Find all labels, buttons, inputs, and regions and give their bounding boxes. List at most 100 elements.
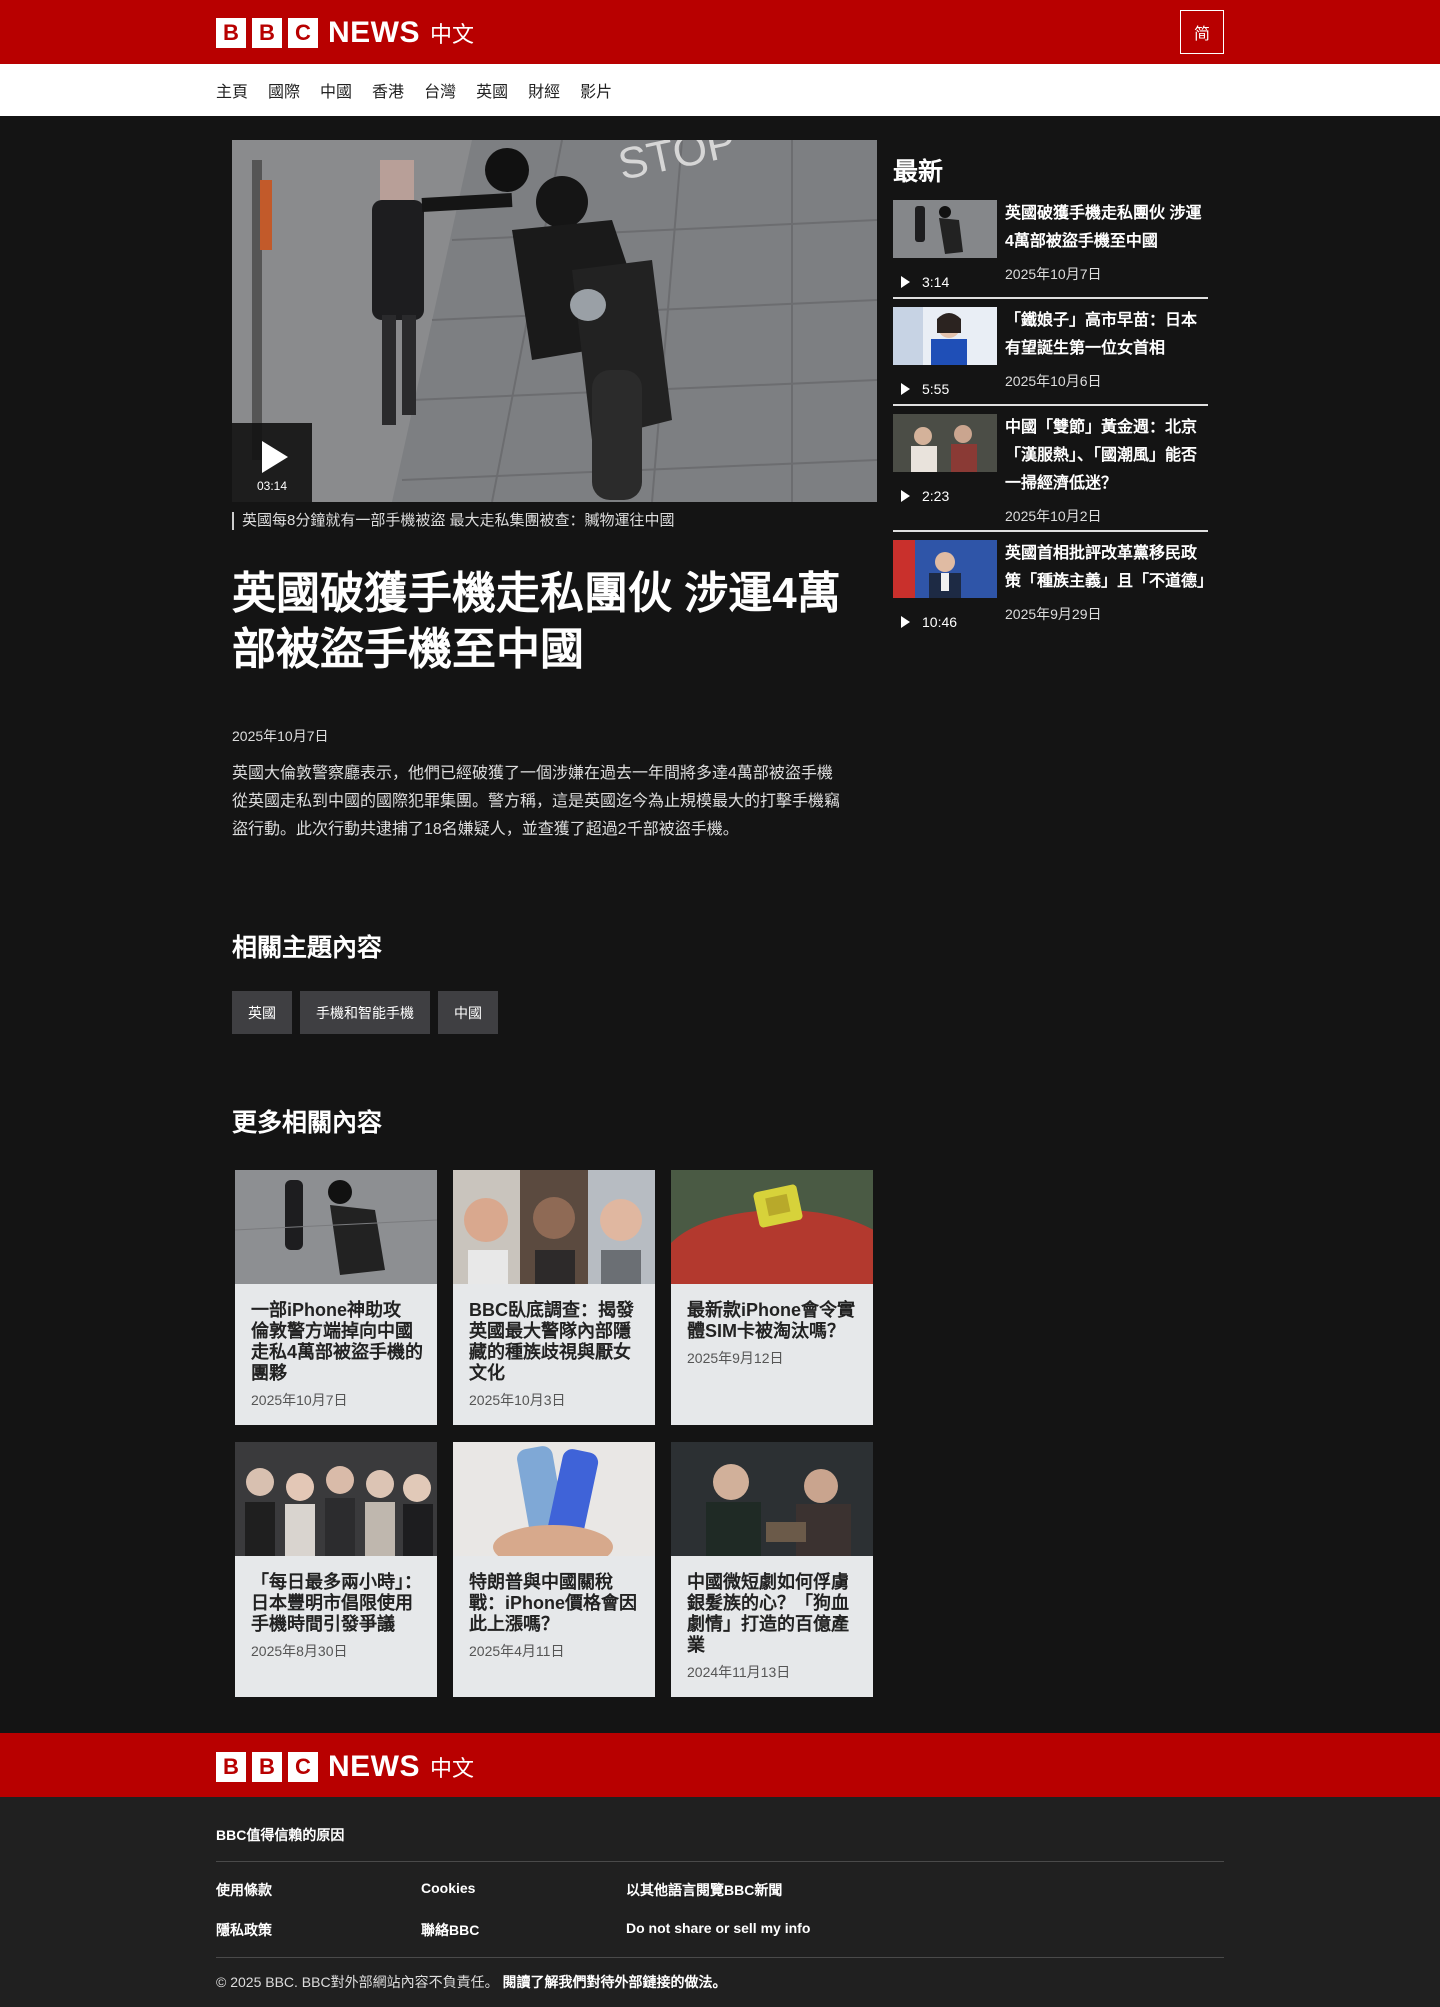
footer-link-trust[interactable]: BBC值得信賴的原因 <box>216 1825 344 1845</box>
nav-item-uk[interactable]: 英國 <box>476 78 508 102</box>
related-card[interactable]: 「每日最多兩小時」：日本豐明市倡限使用手機時間引發爭議 2025年8月30日 <box>235 1442 437 1697</box>
latest-heading: 最新 <box>893 158 944 186</box>
duration-text: 10:46 <box>922 614 958 630</box>
nav-item-world[interactable]: 國際 <box>268 78 300 102</box>
card-image <box>671 1442 873 1556</box>
more-related-heading: 更多相關內容 <box>232 1109 383 1137</box>
card-image <box>235 1442 437 1556</box>
topic-tag-uk[interactable]: 英國 <box>232 991 292 1034</box>
logo-letter: B <box>216 18 246 48</box>
latest-date: 2025年10月2日 <box>1005 508 1102 524</box>
logo-letter: C <box>288 1752 318 1782</box>
divider <box>216 1861 1224 1862</box>
article-date: 2025年10月7日 <box>232 728 329 744</box>
card-title: 最新款iPhone會令實體SIM卡被淘汰嗎？ <box>687 1300 856 1341</box>
footer: BBC值得信賴的原因 使用條款 Cookies 以其他語言閱覽BBC新聞 隱私政… <box>0 1797 1440 2007</box>
latest-title: 英國首相批評改革黨移民政策「種族主義」且「不道德」 <box>1005 545 1214 590</box>
card-title: 特朗普與中國關稅戰：iPhone價格會因此上漲嗎？ <box>469 1572 638 1634</box>
card-date: 2025年10月3日 <box>469 1392 566 1408</box>
latest-item[interactable]: 3:14 英國破獲手機走私團伙 涉運4萬部被盜手機至中國 2025年10月7日 <box>893 200 1208 290</box>
duration-text: 3:14 <box>922 274 950 290</box>
hero-video-still[interactable]: STOP <box>232 140 877 502</box>
related-card[interactable]: 一部iPhone神助攻 倫敦警方端掉向中國走私4萬部被盜手機的團夥 2025年1… <box>235 1170 437 1425</box>
latest-item[interactable]: 5:55 「鐵娘子」高市早苗：日本有望誕生第一位女首相 2025年10月6日 <box>893 307 1208 397</box>
latest-title: 「鐵娘子」高市早苗：日本有望誕生第一位女首相 <box>1005 312 1198 357</box>
card-date: 2025年8月30日 <box>251 1643 348 1659</box>
play-icon <box>262 440 288 473</box>
card-date: 2024年11月13日 <box>687 1664 791 1680</box>
latest-duration: 2:23 <box>901 488 949 504</box>
footer-link-other-languages[interactable]: 以其他語言閱覽BBC新聞 <box>626 1880 782 1900</box>
footer-brand-bar: B B C NEWS 中文 <box>0 1733 1440 1797</box>
footer-link-cookies[interactable]: Cookies <box>421 1880 475 1896</box>
footer-link-terms[interactable]: 使用條款 <box>216 1880 272 1900</box>
logo-letter: B <box>252 1752 282 1782</box>
topic-tag-china[interactable]: 中國 <box>438 991 498 1034</box>
topics-heading: 相關主題內容 <box>232 934 383 962</box>
latest-title: 中國「雙節」黃金週：北京「漢服熱」、「國潮風」能否一掃經濟低迷？ <box>1005 419 1198 492</box>
latest-thumbnail <box>893 307 997 365</box>
logo-letter: B <box>252 18 282 48</box>
divider <box>216 1957 1224 1958</box>
nav-item-video[interactable]: 影片 <box>580 78 612 102</box>
card-title: 「每日最多兩小時」：日本豐明市倡限使用手機時間引發爭議 <box>251 1572 422 1634</box>
related-card[interactable]: BBC臥底調查：揭發英國最大警隊內部隱藏的種族歧視與厭女文化 2025年10月3… <box>453 1170 655 1425</box>
card-image <box>453 1442 655 1556</box>
latest-date: 2025年10月7日 <box>1005 266 1102 282</box>
logo-news-text: NEWS <box>328 1750 420 1783</box>
latest-duration: 5:55 <box>901 381 949 397</box>
logo-language-text: 中文 <box>430 22 475 47</box>
top-header: B B C NEWS 中文 简 <box>0 0 1440 64</box>
logo-news-text: NEWS <box>328 16 420 49</box>
related-card[interactable]: 最新款iPhone會令實體SIM卡被淘汰嗎？ 2025年9月12日 <box>671 1170 873 1425</box>
card-title: 一部iPhone神助攻 倫敦警方端掉向中國走私4萬部被盜手機的團夥 <box>251 1300 424 1383</box>
related-card[interactable]: 特朗普與中國關稅戰：iPhone價格會因此上漲嗎？ 2025年4月11日 <box>453 1442 655 1697</box>
video-play-button[interactable]: 03:14 <box>232 423 312 502</box>
bbc-news-logo[interactable]: B B C NEWS 中文 <box>216 16 474 50</box>
card-date: 2025年4月11日 <box>469 1643 565 1659</box>
latest-thumbnail <box>893 414 997 472</box>
nav-item-home[interactable]: 主頁 <box>216 78 248 102</box>
card-date: 2025年10月7日 <box>251 1392 348 1408</box>
card-title: BBC臥底調查：揭發英國最大警隊內部隱藏的種族歧視與厭女文化 <box>469 1300 634 1383</box>
simplified-chinese-toggle[interactable]: 简 <box>1180 10 1224 54</box>
related-card[interactable]: 中國微短劇如何俘虜銀髮族的心？「狗血劇情」打造的百億產業 2024年11月13日 <box>671 1442 873 1697</box>
nav-item-business[interactable]: 財經 <box>528 78 560 102</box>
external-links-policy-link[interactable]: 閱讀了解我們對待外部鏈接的做法。 <box>502 1974 726 1990</box>
footer-link-contact[interactable]: 聯絡BBC <box>421 1920 479 1940</box>
card-title: 中國微短劇如何俘虜銀髮族的心？「狗血劇情」打造的百億產業 <box>687 1572 849 1655</box>
main-nav: 主頁 國際 中國 香港 台灣 英國 財經 影片 <box>0 64 1440 116</box>
article-summary: 英國大倫敦警察廳表示，他們已經破獲了一個涉嫌在過去一年間將多達4萬部被盜手機從英… <box>232 765 841 838</box>
play-icon <box>901 383 910 395</box>
nav-item-hongkong[interactable]: 香港 <box>372 78 404 102</box>
divider <box>893 404 1208 406</box>
latest-duration: 3:14 <box>901 274 949 290</box>
footer-link-privacy[interactable]: 隱私政策 <box>216 1920 272 1940</box>
play-icon <box>901 490 910 502</box>
card-image <box>453 1170 655 1284</box>
latest-title: 英國破獲手機走私團伙 涉運4萬部被盜手機至中國 <box>1005 205 1202 250</box>
latest-thumbnail <box>893 200 997 258</box>
latest-duration: 10:46 <box>901 614 957 630</box>
footer-link-do-not-sell[interactable]: Do not share or sell my info <box>626 1920 810 1936</box>
card-image <box>235 1170 437 1284</box>
latest-date: 2025年9月29日 <box>1005 606 1102 622</box>
logo-language-text: 中文 <box>430 1756 475 1781</box>
divider <box>893 297 1208 299</box>
latest-item[interactable]: 10:46 英國首相批評改革黨移民政策「種族主義」且「不道德」 2025年9月2… <box>893 540 1214 630</box>
latest-date: 2025年10月6日 <box>1005 373 1102 389</box>
card-image <box>671 1170 873 1284</box>
topic-tags: 英國 手機和智能手機 中國 <box>232 991 506 1034</box>
latest-item[interactable]: 2:23 中國「雙節」黃金週：北京「漢服熱」、「國潮風」能否一掃經濟低迷？ 20… <box>893 414 1208 524</box>
video-duration: 03:14 <box>256 478 288 493</box>
copyright: © 2025 BBC. BBC對外部網站內容不負責任。 閱讀了解我們對待外部鏈接… <box>216 1972 726 1992</box>
nav-item-china[interactable]: 中國 <box>320 78 352 102</box>
latest-thumbnail <box>893 540 997 598</box>
logo-letter: B <box>216 1752 246 1782</box>
duration-text: 5:55 <box>922 381 950 397</box>
topic-tag-phones[interactable]: 手機和智能手機 <box>300 991 430 1034</box>
play-icon <box>901 616 910 628</box>
bbc-news-logo[interactable]: B B C NEWS 中文 <box>216 1750 474 1784</box>
play-icon <box>901 276 910 288</box>
nav-item-taiwan[interactable]: 台灣 <box>424 78 456 102</box>
